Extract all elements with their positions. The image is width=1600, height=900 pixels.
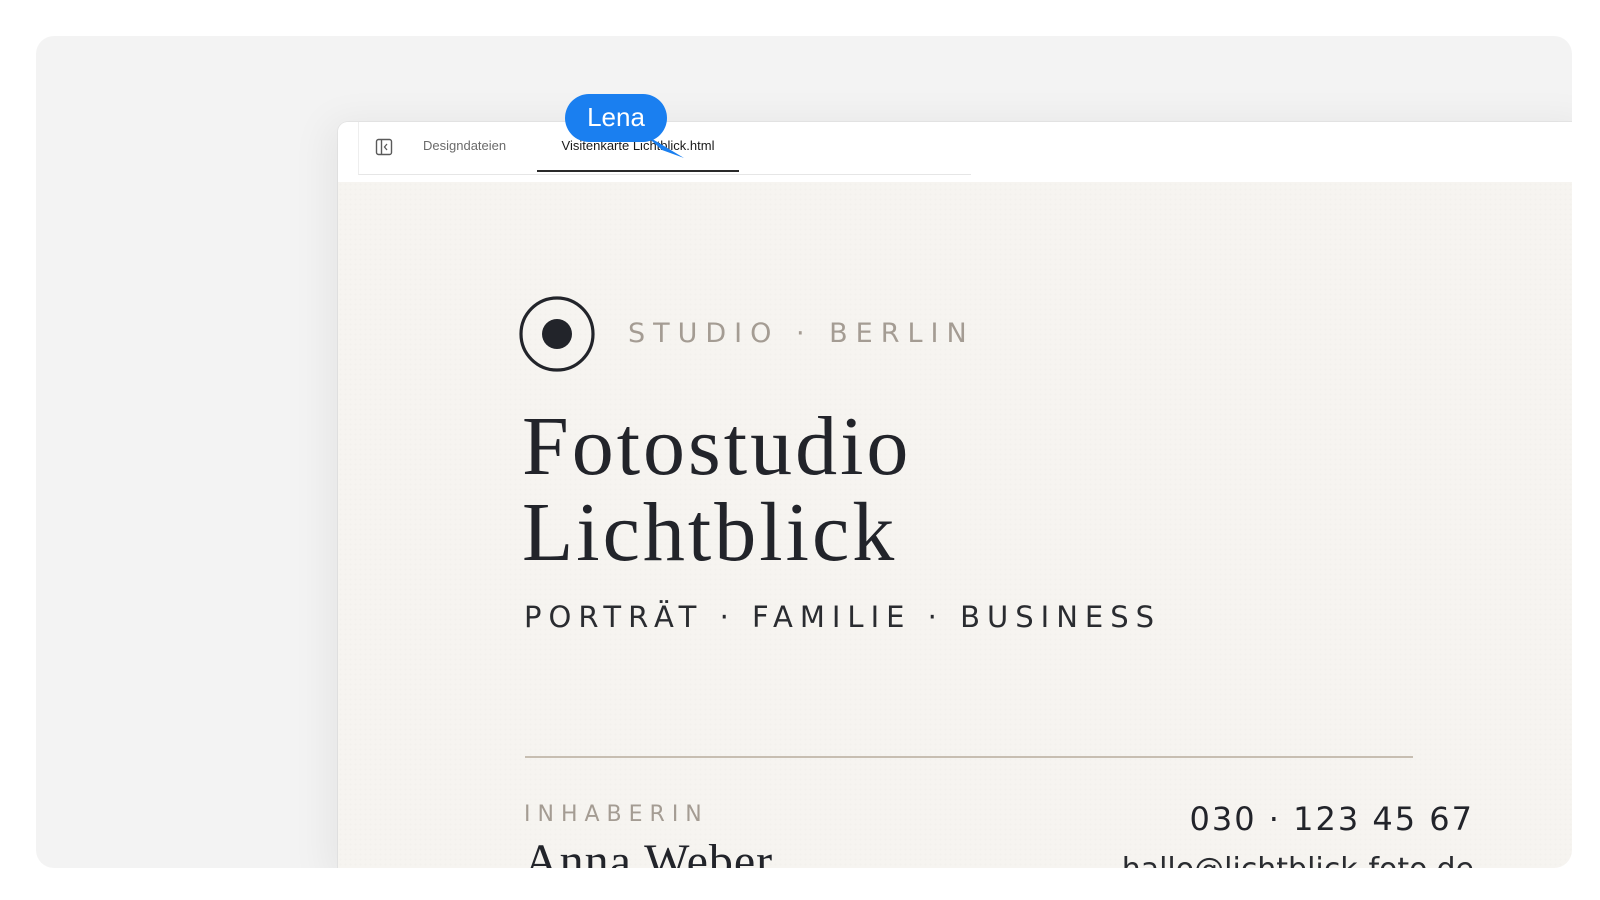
services-line: PORTRÄT · FAMILIE · BUSINESS xyxy=(524,600,1162,634)
phone-number: 030 · 123 45 67 xyxy=(1189,800,1474,838)
tab-bar: Designdateien Visitenkarte Lichtblick.ht… xyxy=(338,122,1572,183)
canvas-background: Designdateien Visitenkarte Lichtblick.ht… xyxy=(36,36,1572,868)
owner-label: INHABERIN xyxy=(524,802,709,827)
divider xyxy=(525,756,1413,758)
editor-window: Designdateien Visitenkarte Lichtblick.ht… xyxy=(338,122,1572,868)
tab-designdateien[interactable]: Designdateien xyxy=(423,122,506,172)
business-card-preview: STUDIO · BERLIN Fotostudio Lichtblick PO… xyxy=(338,182,1572,868)
collaborator-cursor-label: Lena xyxy=(565,94,667,142)
aperture-logo-icon xyxy=(518,295,596,373)
studio-title-line2: Lichtblick xyxy=(522,486,898,579)
studio-title-line1: Fotostudio xyxy=(522,400,912,493)
email-address: hallo@lichtblick-foto.de xyxy=(1122,852,1474,868)
owner-name: Anna Weber xyxy=(524,835,774,868)
studio-location-kicker: STUDIO · BERLIN xyxy=(628,318,975,349)
sidebar-toggle-icon[interactable] xyxy=(375,138,393,156)
studio-title: Fotostudio Lichtblick xyxy=(522,404,911,576)
